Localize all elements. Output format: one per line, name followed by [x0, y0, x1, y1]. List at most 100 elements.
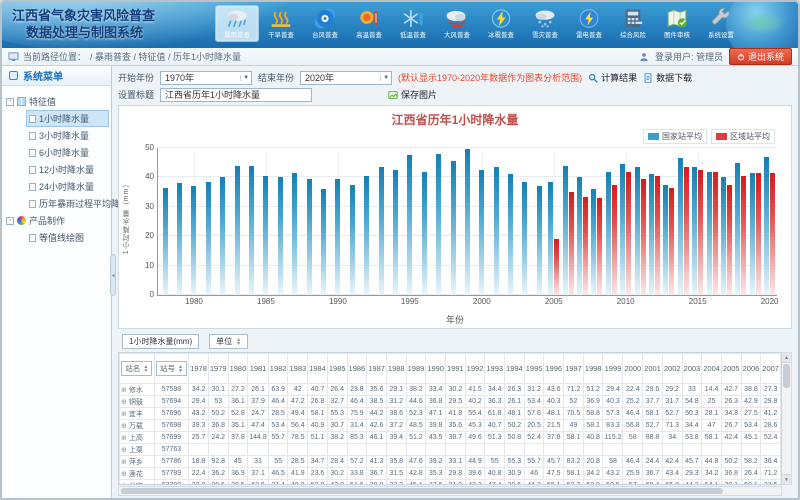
- regional-bar-2011[interactable]: [641, 179, 646, 295]
- year-col-header[interactable]: 1993: [485, 354, 505, 384]
- expander-icon[interactable]: -: [6, 217, 14, 225]
- year-col-header[interactable]: 1987: [367, 354, 387, 384]
- year-col-header[interactable]: 2005: [721, 354, 741, 384]
- national-bar-1984[interactable]: [249, 166, 254, 295]
- col-station-header[interactable]: 站名 ▲▼: [120, 354, 155, 384]
- national-bar-2012[interactable]: [649, 174, 654, 295]
- year-col-header[interactable]: 1990: [426, 354, 446, 384]
- toolbar-item-12[interactable]: 系统设置: [699, 5, 743, 42]
- vertical-scroll-thumb[interactable]: [783, 364, 790, 388]
- legend-item-国家站平均[interactable]: 国家站平均: [643, 129, 707, 144]
- tree-leaf-6小时降水量[interactable]: 6小时降水量: [26, 144, 109, 161]
- national-bar-2018[interactable]: [735, 163, 740, 295]
- station-name-cell[interactable]: ⊕ 铜鼓: [120, 396, 155, 408]
- table-row[interactable]: ⊕ 宜丰5769643.250.252.824.728.549.458.155.…: [120, 408, 781, 420]
- radio-icon[interactable]: ⊕: [121, 459, 127, 466]
- year-col-header[interactable]: 1985: [327, 354, 347, 384]
- national-bar-2013[interactable]: [663, 185, 668, 295]
- national-bar-1999[interactable]: [465, 149, 470, 295]
- national-bar-1981[interactable]: [206, 182, 211, 295]
- station-name-cell[interactable]: ⊕ 万载: [120, 420, 155, 432]
- regional-bar-2010[interactable]: [626, 172, 631, 295]
- save-image-button[interactable]: 保存图片: [388, 88, 437, 101]
- regional-bar-2016[interactable]: [713, 172, 718, 295]
- regional-bar-2009[interactable]: [612, 185, 617, 295]
- vertical-scrollbar[interactable]: ▲ ▼: [782, 352, 792, 485]
- year-col-header[interactable]: 1998: [583, 354, 603, 384]
- national-bar-1996[interactable]: [422, 172, 427, 295]
- station-name-cell[interactable]: ⊕ 萍乡: [120, 456, 155, 468]
- calculate-button[interactable]: 计算结果: [588, 71, 637, 84]
- national-bar-2007[interactable]: [577, 177, 582, 295]
- national-bar-1988[interactable]: [307, 179, 312, 295]
- radio-icon[interactable]: ⊕: [121, 411, 127, 418]
- regional-bar-2015[interactable]: [698, 170, 703, 295]
- national-bar-1987[interactable]: [292, 173, 297, 295]
- year-col-header[interactable]: 1988: [386, 354, 406, 384]
- national-bar-1992[interactable]: [364, 176, 369, 295]
- radio-icon[interactable]: ⊕: [121, 387, 127, 394]
- national-bar-2004[interactable]: [537, 186, 542, 295]
- national-bar-2006[interactable]: [563, 166, 568, 295]
- station-name-cell[interactable]: ⊕ 分宜: [120, 480, 155, 486]
- national-bar-1990[interactable]: [335, 179, 340, 295]
- logout-button[interactable]: 退出系统: [729, 48, 792, 65]
- national-bar-2019[interactable]: [750, 173, 755, 295]
- tree-leaf-3小时降水量[interactable]: 3小时降水量: [26, 127, 109, 144]
- station-name-cell[interactable]: ⊕ 莲花: [120, 468, 155, 480]
- regional-bar-2019[interactable]: [756, 173, 761, 295]
- year-col-header[interactable]: 2001: [643, 354, 663, 384]
- toolbar-item-6[interactable]: 大风普查: [435, 5, 479, 42]
- station-name-cell[interactable]: ⊕ 修水: [120, 384, 155, 396]
- year-col-header[interactable]: 2003: [682, 354, 702, 384]
- year-col-header[interactable]: 1986: [347, 354, 367, 384]
- national-bar-2000[interactable]: [479, 170, 484, 295]
- national-bar-2008[interactable]: [591, 189, 596, 295]
- toolbar-item-3[interactable]: 台风普查: [303, 5, 347, 42]
- national-bar-1998[interactable]: [451, 161, 456, 295]
- table-row[interactable]: ⊕ 萍乡5778618.892.845315528.534.728.457.24…: [120, 456, 781, 468]
- regional-bar-2012[interactable]: [655, 176, 660, 295]
- tree-leaf-等值线绘图[interactable]: 等值线绘图: [26, 229, 109, 246]
- radio-icon[interactable]: ⊕: [121, 399, 127, 406]
- start-year-select[interactable]: 1970年 ▼: [160, 71, 252, 85]
- year-col-header[interactable]: 1999: [603, 354, 623, 384]
- toolbar-item-4[interactable]: 高温普查: [347, 5, 391, 42]
- year-col-header[interactable]: 1989: [406, 354, 426, 384]
- tree-leaf-12小时降水量[interactable]: 12小时降水量: [26, 161, 109, 178]
- regional-bar-2020[interactable]: [770, 173, 775, 295]
- year-col-header[interactable]: 1982: [268, 354, 288, 384]
- national-bar-1994[interactable]: [393, 170, 398, 295]
- national-bar-1991[interactable]: [350, 185, 355, 295]
- year-col-header[interactable]: 1984: [308, 354, 328, 384]
- year-col-header[interactable]: 1995: [524, 354, 544, 384]
- regional-bar-2013[interactable]: [669, 188, 674, 295]
- national-bar-2014[interactable]: [678, 158, 683, 295]
- national-bar-1985[interactable]: [263, 176, 268, 295]
- year-col-header[interactable]: 1980: [228, 354, 248, 384]
- year-col-header[interactable]: 1996: [544, 354, 564, 384]
- national-bar-2005[interactable]: [548, 182, 553, 295]
- legend-item-区域站平均[interactable]: 区域站平均: [711, 129, 775, 144]
- year-col-header[interactable]: 1991: [445, 354, 465, 384]
- year-col-header[interactable]: 2007: [761, 354, 781, 384]
- year-col-header[interactable]: 2000: [623, 354, 643, 384]
- national-bar-1989[interactable]: [321, 189, 326, 295]
- end-year-select[interactable]: 2020年 ▼: [300, 71, 392, 85]
- regional-bar-2005[interactable]: [554, 239, 559, 295]
- national-bar-2009[interactable]: [606, 172, 611, 295]
- radio-icon[interactable]: ⊕: [121, 447, 127, 454]
- national-bar-1983[interactable]: [235, 166, 240, 295]
- horizontal-scroll-thumb[interactable]: [121, 488, 723, 494]
- national-bar-2002[interactable]: [508, 174, 513, 295]
- regional-bar-2017[interactable]: [727, 185, 732, 295]
- sidebar-collapse-handle[interactable]: ◂: [110, 254, 116, 296]
- regional-bar-2014[interactable]: [684, 167, 689, 295]
- table-row[interactable]: ⊕ 上高5769925.724.237.8144.855.778.551.138…: [120, 432, 781, 444]
- tree-leaf-24小时降水量[interactable]: 24小时降水量: [26, 178, 109, 195]
- tree-leaf-1小时降水量[interactable]: 1小时降水量: [26, 110, 109, 127]
- table-row[interactable]: ⊕ 铜鼓5769429.45336.137.946.447.226.832.74…: [120, 396, 781, 408]
- national-bar-1993[interactable]: [379, 167, 384, 295]
- tree-leaf-历年暴雨过程平均降水量[interactable]: 历年暴雨过程平均降水量: [26, 195, 109, 212]
- regional-bar-2018[interactable]: [741, 176, 746, 295]
